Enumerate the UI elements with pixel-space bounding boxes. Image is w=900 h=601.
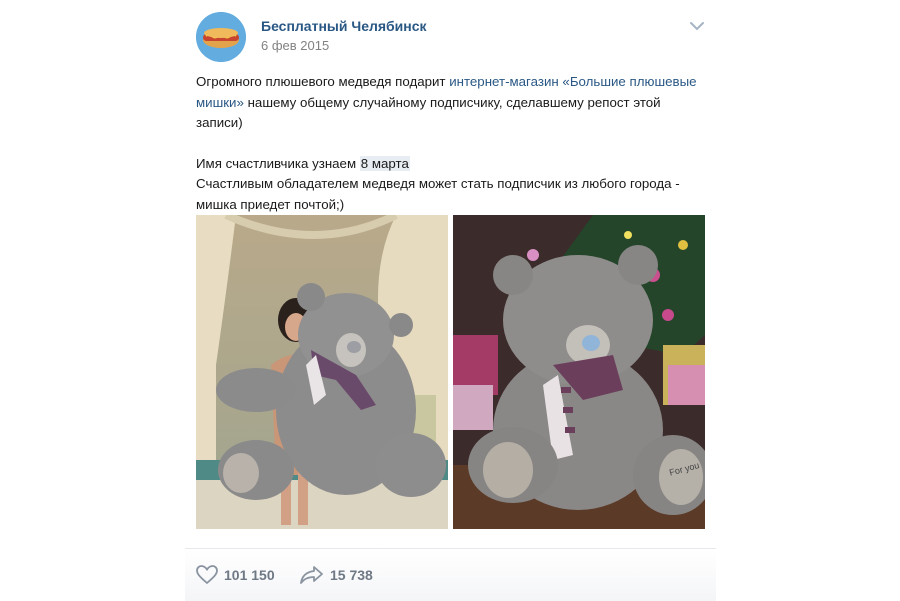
post-paragraph-2: Имя счастливчика узнаем 8 марта [196, 154, 706, 175]
post-paragraph-1: Огромного плюшевого медведя подарит инте… [196, 72, 706, 134]
hotdog-icon [196, 12, 246, 62]
text-fragment: нашему общему случайному подписчику, сде… [196, 94, 661, 131]
text-fragment: Огромного плюшевого медведя подарит [196, 74, 450, 89]
share-arrow-icon [300, 566, 323, 584]
share-count: 15 738 [330, 567, 373, 583]
chevron-down-icon[interactable] [688, 19, 706, 33]
share-button[interactable]: 15 738 [300, 565, 373, 585]
text-fragment: Имя счастливчика узнаем [196, 155, 360, 171]
post-photo-2[interactable]: For you [453, 215, 705, 529]
community-avatar[interactable] [196, 12, 246, 62]
like-button[interactable]: 101 150 [196, 565, 275, 585]
post-text: Огромного плюшевого медведя подарит инте… [196, 72, 706, 215]
photo-woman-with-bear [196, 215, 448, 529]
heart-icon [196, 565, 218, 585]
date-highlight[interactable]: 8 марта [359, 155, 410, 171]
post-paragraph-3: Счастливым обладателем медведя может ста… [196, 176, 680, 212]
post-photo-1[interactable] [196, 215, 448, 529]
post-date[interactable]: 6 фев 2015 [261, 38, 329, 53]
community-name[interactable]: Бесплатный Челябинск [261, 18, 427, 34]
photo-bear-christmas-tree: For you [453, 215, 705, 529]
like-count: 101 150 [224, 567, 275, 583]
